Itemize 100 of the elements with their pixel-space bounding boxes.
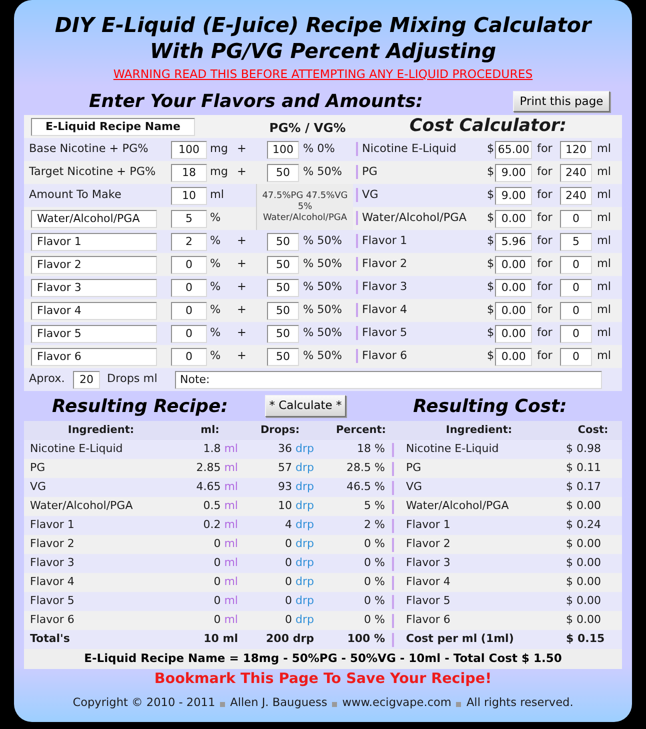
price-field[interactable]: 0.00 [495,256,532,274]
unit-label: % [210,280,221,294]
unit-label: ml [597,279,612,296]
percent-value: 0 % [364,556,385,570]
volume-field[interactable]: 240 [560,164,592,182]
ingredient-name-field[interactable]: Flavor 5 [31,324,157,342]
column-heading: Cost: [578,424,608,436]
cost-item-label: Flavor 3 [362,279,408,296]
price-field[interactable]: 0.00 [495,302,532,320]
ingredient-name-field[interactable]: Water/Alcohol/PGA [31,210,157,228]
column-heading: Drops: [260,424,300,436]
recipe-name-field[interactable]: E-Liquid Recipe Name [31,118,195,136]
amount-field[interactable]: 18 [171,164,207,182]
plus-sign: + [237,348,246,364]
volume-field[interactable]: 0 [560,278,592,296]
ingredient-name: Nicotine E-Liquid [406,442,499,456]
cost-per-ml-value: $ 0.15 [566,632,605,646]
volume-field[interactable]: 0 [560,348,592,366]
ingredient-name-field[interactable]: Flavor 6 [31,348,157,366]
ingredient-name-field[interactable]: Flavor 1 [31,232,157,250]
price-field[interactable]: 9.00 [495,186,532,204]
totals-label: Total's [30,632,70,646]
drop-count: 4 drp [285,518,314,532]
amount-field[interactable]: 10 [171,186,207,204]
price-field[interactable]: 0.00 [495,348,532,366]
amount-field[interactable]: 0 [171,324,207,342]
pg-percent-field[interactable]: 50 [267,302,299,320]
price-field[interactable]: 65.00 [495,140,532,158]
volume-value: 0 ml [214,594,238,608]
currency-sign: $ [487,141,494,158]
calculate-button[interactable]: * Calculate * [265,395,346,417]
row-label: Base Nicotine + PG% [29,141,148,158]
cost-value: $ 0.98 [566,442,601,456]
ingredient-name-field[interactable]: Flavor 4 [31,302,157,320]
unit-label: ml [597,187,612,204]
cost-value: $ 0.00 [566,556,601,570]
volume-field[interactable]: 0 [560,256,592,274]
total-percent: 100 % [347,632,385,646]
volume-field[interactable]: 240 [560,186,592,204]
amount-field[interactable]: 0 [171,278,207,296]
drop-count: 0 drp [285,594,314,608]
amount-field[interactable]: 0 [171,302,207,320]
cost-item-label: Flavor 5 [362,325,408,342]
currency-sign: $ [487,210,494,226]
amount-field[interactable]: 100 [171,140,207,158]
cost-item-label: Nicotine E-Liquid [362,141,456,158]
price-field[interactable]: 0.00 [495,324,532,342]
for-label: for [537,211,552,224]
ingredient-name-field[interactable]: Flavor 2 [31,256,157,274]
currency-sign: $ [487,187,494,204]
volume-field[interactable]: 5 [560,232,592,250]
volume-field[interactable]: 120 [560,140,592,158]
amount-field[interactable]: 0 [171,256,207,274]
plus-sign: + [237,233,246,250]
ingredient-name: Flavor 2 [406,537,450,550]
print-button[interactable]: Print this page [513,91,610,112]
pg-percent-field[interactable]: 50 [267,348,299,366]
unit-label: ml [597,164,612,180]
pg-percent-field[interactable]: 50 [267,164,299,182]
volume-field[interactable]: 0 [560,324,592,342]
amount-field[interactable]: 0 [171,348,207,366]
cost-item-label: PG [362,164,378,180]
section-heading: Resulting Recipe: [52,396,228,416]
for-label: for [537,303,552,316]
price-field[interactable]: 9.00 [495,164,532,182]
pg-percent-field[interactable]: 50 [267,256,299,274]
section-heading: Cost Calculator: [409,116,567,136]
column-heading: ml: [200,424,220,436]
plus-sign: + [237,256,246,272]
price-field[interactable]: 0.00 [495,278,532,296]
for-label: for [537,188,552,202]
ingredient-name: PG [30,461,46,474]
note-field[interactable]: Note: [175,370,602,388]
drops-field[interactable]: 20 [73,370,100,388]
percent-value: 18 % [357,442,385,456]
ingredient-name-field[interactable]: Flavor 3 [31,278,157,296]
pg-percent-field[interactable]: 50 [267,278,299,296]
price-field[interactable]: 0.00 [495,210,532,228]
ingredient-name: Flavor 3 [30,556,74,570]
unit-label: % [210,303,221,316]
price-field[interactable]: 5.96 [495,232,532,250]
ingredient-name: Nicotine E-Liquid [30,442,123,456]
volume-field[interactable]: 0 [560,210,592,228]
percent-value: 28.5 % [346,461,385,474]
cost-value: $ 0.00 [566,594,601,608]
unit-label: % [210,326,221,340]
cost-value: $ 0.17 [566,480,601,494]
cost-item-label: VG [362,187,378,204]
row-label: Amount To Make [29,187,122,204]
volume-value: 4.65 ml [196,480,238,494]
section-heading: Enter Your Flavors and Amounts: [89,91,423,112]
amount-field[interactable]: 2 [171,232,207,250]
pg-percent-field[interactable]: 100 [267,140,299,158]
pg-percent-field[interactable]: 50 [267,324,299,342]
amount-field[interactable]: 5 [171,210,207,228]
percent-value: 0 % [364,537,385,550]
unit-label: mg [210,165,228,178]
volume-field[interactable]: 0 [560,302,592,320]
volume-value: 2.85 ml [196,461,238,474]
pg-percent-field[interactable]: 50 [267,232,299,250]
